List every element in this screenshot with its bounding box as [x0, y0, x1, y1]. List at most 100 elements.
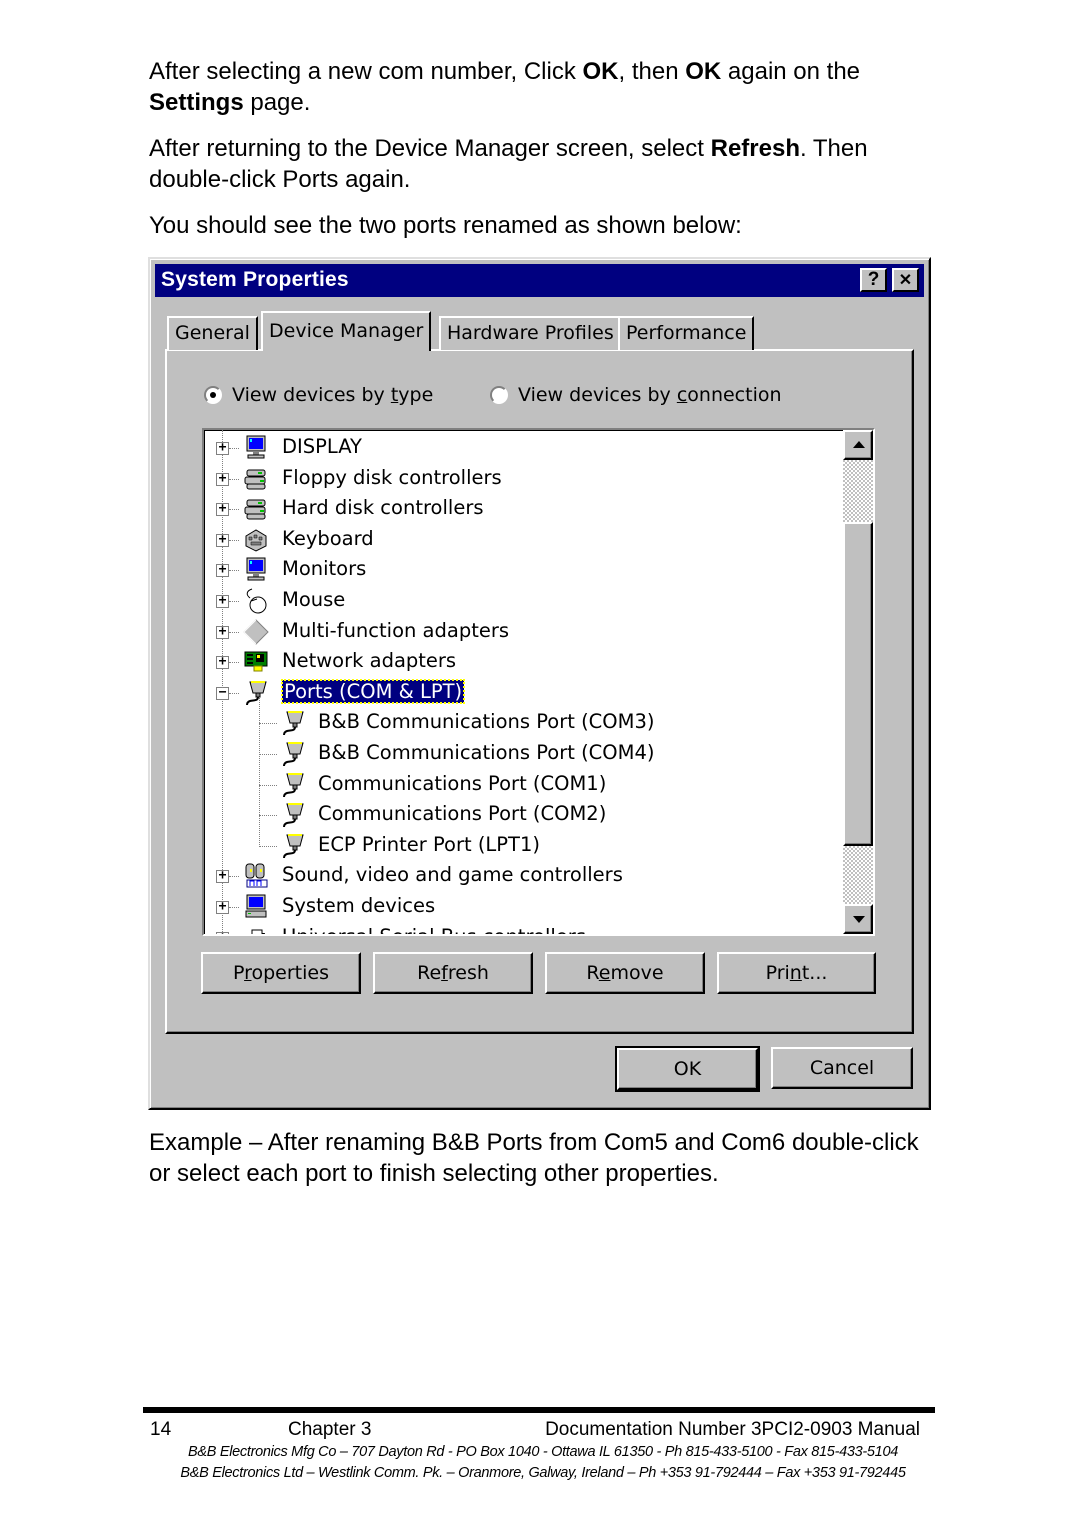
example-caption: Example – After renaming B&B Ports from …: [149, 1127, 939, 1189]
tree-connector-line: [229, 631, 239, 633]
expand-icon[interactable]: +: [216, 869, 229, 884]
text-run: , then: [618, 58, 686, 85]
tree-category[interactable]: + Network adapters: [204, 647, 844, 677]
scroll-down-button[interactable]: [843, 904, 873, 934]
dialog-title: System Properties: [161, 268, 349, 291]
tree-category[interactable]: + Universal Serial Bus controllers: [204, 923, 844, 934]
tree-item-label: Network adapters: [282, 649, 457, 673]
tree-item-label: Monitors: [282, 557, 367, 581]
expand-icon[interactable]: +: [216, 655, 229, 670]
tab-hardware-profiles[interactable]: Hardware Profiles: [439, 316, 622, 350]
tree-connector-line: [229, 876, 239, 878]
arrow-down-icon: [853, 916, 865, 923]
mouse-icon: [242, 587, 270, 615]
expand-icon[interactable]: +: [216, 472, 229, 486]
remove-button[interactable]: Remove: [545, 952, 705, 994]
doc-number: Documentation Number 3PCI2-0903 Manual: [545, 1419, 920, 1440]
view-by-connection-radio[interactable]: View devices by connection: [490, 384, 782, 406]
keyboard-icon: [242, 526, 270, 554]
tree-connector-line: [229, 478, 239, 480]
tree-device[interactable]: Communications Port (COM1): [204, 770, 844, 800]
tree-category[interactable]: + System devices: [204, 892, 844, 922]
tree-connector-line: [259, 845, 277, 847]
tree-item-label: DISPLAY: [282, 435, 362, 458]
tree-connector-line: [229, 448, 239, 449]
print-button[interactable]: Print...: [717, 952, 876, 994]
tree-device[interactable]: ECP Printer Port (LPT1): [204, 831, 844, 861]
sound-icon: [242, 862, 270, 890]
port-icon: [279, 771, 307, 799]
chapter-label: Chapter 3: [288, 1419, 372, 1440]
tree-item-label: B&B Communications Port (COM3): [318, 710, 655, 734]
scroll-up-button[interactable]: [843, 430, 873, 460]
expand-icon[interactable]: +: [216, 625, 229, 639]
usb-icon: [242, 924, 270, 934]
tab-performance-label: Performance: [626, 322, 747, 344]
tab-device-manager[interactable]: Device Manager: [261, 311, 432, 351]
tree-item-label: Multi-function adapters: [282, 618, 510, 642]
tree-category[interactable]: + Multi-function adapters: [204, 617, 844, 647]
collapse-icon[interactable]: −: [216, 686, 229, 700]
cancel-button[interactable]: Cancel: [771, 1047, 913, 1089]
tree-device[interactable]: B&B Communications Port (COM3): [204, 708, 844, 738]
tree-category[interactable]: − Ports (COM & LPT): [204, 678, 844, 708]
page-number: 14: [150, 1419, 172, 1440]
tree-connector-line: [229, 907, 239, 908]
expand-icon[interactable]: +: [216, 533, 229, 547]
tab-general[interactable]: General: [167, 316, 258, 350]
tree-connector-line: [229, 692, 239, 694]
ok-button[interactable]: OK: [615, 1046, 760, 1092]
question-mark-icon: ?: [867, 269, 880, 290]
tree-category[interactable]: + Monitors: [204, 555, 844, 585]
tree-device[interactable]: Communications Port (COM2): [204, 800, 844, 830]
vertical-scrollbar[interactable]: [843, 430, 873, 934]
bold-term: OK: [582, 58, 619, 85]
bold-term: Settings: [149, 89, 244, 116]
tree-connector-line: [259, 815, 277, 817]
port-icon: [279, 709, 307, 737]
instruction-paragraph-ok: After selecting a new com number, Click …: [149, 56, 939, 118]
refresh-button[interactable]: Refresh: [373, 952, 533, 994]
tree-item-label: B&B Communications Port (COM4): [318, 741, 655, 764]
tree-category[interactable]: + Keyboard: [204, 525, 844, 555]
scrollbar-thumb[interactable]: [843, 522, 873, 846]
instruction-paragraph-refresh: After returning to the Device Manager sc…: [149, 133, 939, 195]
expand-icon[interactable]: +: [216, 563, 229, 578]
tree-item-label: Floppy disk controllers: [282, 465, 502, 489]
tree-item-label: Ports (COM & LPT): [280, 678, 466, 704]
expand-icon[interactable]: +: [216, 931, 229, 934]
diamond-icon: [242, 618, 270, 646]
disk-controller-icon: [242, 495, 270, 523]
network-card-icon: [242, 648, 270, 676]
close-button[interactable]: ✕: [892, 268, 919, 292]
tree-connector-line: [229, 662, 239, 664]
tree-category[interactable]: + Mouse: [204, 586, 844, 616]
tree-category[interactable]: + DISPLAY: [204, 433, 844, 463]
view-by-connection-label: View devices by connection: [518, 384, 782, 406]
tree-category[interactable]: + Sound, video and game controllers: [204, 861, 844, 891]
disk-controller-icon: [242, 465, 270, 493]
device-tree[interactable]: + DISPLAY + Floppy disk controllers + Hard di…: [202, 428, 875, 936]
text-run: page.: [243, 89, 311, 116]
expand-icon[interactable]: +: [216, 502, 229, 517]
tree-item-label: Communications Port (COM2): [318, 802, 607, 826]
tab-performance[interactable]: Performance: [618, 316, 755, 350]
bold-term: OK: [685, 58, 722, 85]
tree-category[interactable]: + Floppy disk controllers: [204, 464, 844, 494]
tree-item-label: ECP Printer Port (LPT1): [318, 832, 540, 856]
properties-button[interactable]: Properties: [201, 952, 361, 994]
address-ireland: B&B Electronics Ltd – Westlink Comm. Pk.…: [180, 1465, 906, 1481]
tree-connector-line: [259, 784, 277, 786]
arrow-up-icon: [853, 441, 865, 448]
tree-category[interactable]: + Hard disk controllers: [204, 494, 844, 524]
expand-icon[interactable]: +: [216, 900, 229, 914]
tree-item-label: Sound, video and game controllers: [282, 863, 623, 887]
expand-icon[interactable]: +: [216, 441, 229, 455]
view-by-type-radio[interactable]: View devices by type: [204, 384, 433, 406]
expand-icon[interactable]: +: [216, 594, 229, 608]
tree-connector-line: [229, 601, 239, 602]
help-button[interactable]: ?: [860, 268, 887, 292]
tree-device[interactable]: B&B Communications Port (COM4): [204, 739, 844, 769]
tree-connector-line: [229, 539, 239, 541]
bold-term: Refresh: [710, 135, 800, 162]
